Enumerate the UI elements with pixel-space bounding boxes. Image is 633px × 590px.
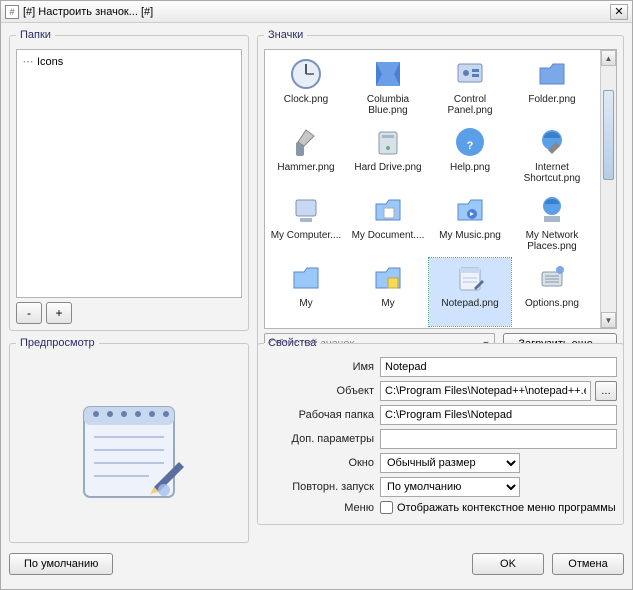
icon-item[interactable]: My Network Places.png (511, 190, 593, 258)
icon-label: Columbia Blue.png (349, 94, 427, 116)
folders-group: Папки ⋯ Icons - + (9, 29, 249, 331)
file-icon (288, 56, 324, 92)
icon-item[interactable]: My Document.... (347, 190, 429, 258)
remove-folder-button[interactable]: - (16, 302, 42, 324)
icon-item[interactable]: ? Help.png (429, 122, 511, 190)
file-icon (452, 260, 488, 296)
app-icon: # (5, 5, 19, 19)
name-label: Имя (264, 361, 376, 373)
icon-item[interactable]: Clock.png (265, 54, 347, 122)
icon-item[interactable]: Hammer.png (265, 122, 347, 190)
folder-tree[interactable]: ⋯ Icons (16, 49, 242, 298)
name-input[interactable] (380, 357, 617, 377)
icon-item[interactable]: Options.png (511, 258, 593, 326)
scrollbar[interactable]: ▲ ▼ (600, 50, 616, 328)
icons-legend: Значки (264, 29, 307, 41)
tree-expand-icon: ⋯ (21, 55, 35, 68)
workdir-label: Рабочая папка (264, 409, 376, 421)
file-icon (370, 124, 406, 160)
icon-label: My (299, 298, 312, 320)
file-icon (534, 124, 570, 160)
icon-label: Hard Drive.png (354, 162, 421, 184)
scroll-up-icon[interactable]: ▲ (601, 50, 616, 66)
file-icon (288, 260, 324, 296)
params-input[interactable] (380, 429, 617, 449)
icon-label: Notepad.png (441, 298, 498, 320)
file-icon (452, 192, 488, 228)
icon-item[interactable]: My Music.png (429, 190, 511, 258)
rerun-label: Повторн. запуск (264, 481, 376, 493)
icon-item[interactable]: My (265, 258, 347, 326)
icon-label: Internet Shortcut.png (513, 162, 591, 184)
object-input[interactable] (380, 381, 591, 401)
folders-legend: Папки (16, 29, 55, 41)
cancel-button[interactable]: Отмена (552, 553, 624, 575)
notepad-large-icon (64, 382, 194, 512)
browse-object-button[interactable]: … (595, 381, 617, 401)
icon-label: My Document.... (352, 230, 425, 252)
file-icon (370, 260, 406, 296)
icon-item[interactable]: Internet Shortcut.png (511, 122, 593, 190)
icon-label: My Computer.... (271, 230, 342, 252)
icon-item[interactable]: Columbia Blue.png (347, 54, 429, 122)
titlebar: # [#] Настроить значок... [#] ✕ (1, 1, 632, 23)
svg-text:?: ? (467, 140, 474, 152)
rerun-select[interactable]: По умолчанию (380, 477, 520, 497)
icon-list[interactable]: Clock.png Columbia Blue.pngControl Panel.… (264, 49, 617, 329)
menu-checkbox[interactable] (380, 501, 393, 514)
icon-item[interactable]: Folder.png (511, 54, 593, 122)
file-icon (534, 260, 570, 296)
dialog-window: # [#] Настроить значок... [#] ✕ Папки ⋯ … (0, 0, 633, 590)
ok-button[interactable]: OK (472, 553, 544, 575)
icons-group: Значки Clock.png Columbia Blue.pngControl… (257, 29, 624, 362)
folder-tree-item[interactable]: ⋯ Icons (19, 54, 239, 69)
icon-label: My Music.png (439, 230, 501, 252)
params-label: Доп. параметры (264, 433, 376, 445)
file-icon: ? (452, 124, 488, 160)
file-icon (370, 192, 406, 228)
window-title: [#] Настроить значок... [#] (23, 6, 153, 18)
scroll-down-icon[interactable]: ▼ (601, 312, 616, 328)
file-icon (534, 192, 570, 228)
icon-label: Control Panel.png (431, 94, 509, 116)
properties-legend: Свойства (264, 337, 320, 349)
file-icon (288, 124, 324, 160)
preview-group: Предпросмотр (9, 337, 249, 543)
icon-label: Clock.png (284, 94, 328, 116)
menu-checkbox-label: Отображать контекстное меню программы (397, 502, 616, 514)
window-label: Окно (264, 457, 376, 469)
file-icon (452, 56, 488, 92)
icon-item[interactable]: Notepad.png (429, 258, 511, 326)
icon-label: Hammer.png (277, 162, 334, 184)
window-select[interactable]: Обычный размер (380, 453, 520, 473)
workdir-input[interactable] (380, 405, 617, 425)
icon-label: Options.png (525, 298, 579, 320)
icon-label: My (381, 298, 394, 320)
icon-label: My Network Places.png (513, 230, 591, 252)
default-button[interactable]: По умолчанию (9, 553, 113, 575)
file-icon (534, 56, 570, 92)
file-icon (370, 56, 406, 92)
close-button[interactable]: ✕ (610, 4, 628, 20)
properties-group: Свойства Имя Объект … Рабочая папка (257, 337, 624, 525)
file-icon (288, 192, 324, 228)
add-folder-button[interactable]: + (46, 302, 72, 324)
icon-item[interactable]: Hard Drive.png (347, 122, 429, 190)
close-icon: ✕ (614, 5, 623, 18)
icon-item[interactable]: My (347, 258, 429, 326)
scroll-thumb[interactable] (603, 90, 614, 180)
icon-label: Help.png (450, 162, 490, 184)
menu-label: Меню (264, 502, 376, 514)
folder-name: Icons (37, 56, 63, 68)
icon-item[interactable]: My Computer.... (265, 190, 347, 258)
icon-label: Folder.png (528, 94, 575, 116)
preview-image (64, 382, 194, 512)
icon-item[interactable]: Control Panel.png (429, 54, 511, 122)
object-label: Объект (264, 385, 376, 397)
preview-legend: Предпросмотр (16, 337, 99, 349)
